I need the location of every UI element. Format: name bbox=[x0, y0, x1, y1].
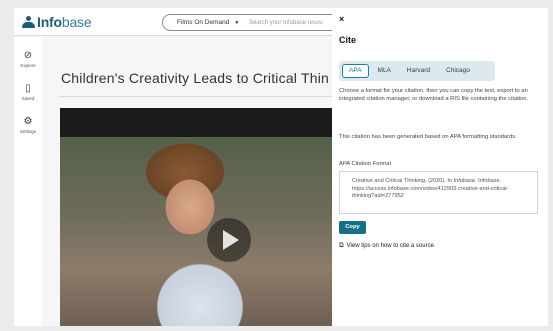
rail-item-label: Explore bbox=[20, 63, 36, 68]
logo-text: Infobase bbox=[37, 14, 92, 30]
citation-source-italic: Infobase bbox=[453, 178, 476, 184]
play-icon bbox=[223, 230, 239, 250]
chevron-down-icon: ▼ bbox=[234, 19, 240, 26]
external-link-icon: ⧉ bbox=[339, 242, 344, 249]
cite-panel: × Cite APA MLA Harvard Chicago Choose a … bbox=[332, 8, 548, 326]
product-select[interactable]: Films On Demand ▼ bbox=[162, 14, 244, 31]
citation-text-box[interactable]: Creative and Critical Thinking. (2020). … bbox=[339, 171, 538, 214]
rail-item-saved[interactable]: ▯ Saved bbox=[14, 83, 42, 102]
citation-format-label: APA Citation Format bbox=[339, 161, 392, 167]
infobase-logo[interactable]: Infobase bbox=[22, 14, 92, 30]
citation-text: Creative and Critical Thinking. (2020). … bbox=[352, 178, 454, 184]
tab-harvard[interactable]: Harvard bbox=[400, 64, 437, 78]
tab-chicago[interactable]: Chicago bbox=[439, 64, 477, 78]
copy-button[interactable]: Copy bbox=[339, 221, 366, 234]
bookmark-icon: ▯ bbox=[25, 83, 31, 94]
left-rail: ⊘ Explore ▯ Saved ⚙ Settings bbox=[14, 37, 42, 326]
cite-tips-label: View tips on how to cite a source bbox=[346, 243, 434, 249]
close-button[interactable]: × bbox=[339, 14, 344, 24]
tab-mla[interactable]: MLA bbox=[371, 64, 398, 78]
settings-icon: ⚙ bbox=[23, 116, 33, 127]
rail-item-label: Settings bbox=[19, 129, 37, 134]
play-button[interactable] bbox=[207, 218, 251, 262]
video-player[interactable] bbox=[60, 108, 344, 326]
cite-tips-link[interactable]: ⧉ View tips on how to cite a source bbox=[339, 242, 434, 250]
logo-person-icon bbox=[22, 15, 35, 29]
cite-instructions: Choose a format for your citation, then … bbox=[339, 88, 529, 102]
page-title: Children's Creativity Leads to Critical … bbox=[61, 70, 329, 86]
cite-heading: Cite bbox=[339, 35, 357, 45]
rail-item-label: Saved bbox=[21, 96, 35, 101]
product-select-label: Films On Demand bbox=[177, 19, 230, 26]
video-frame bbox=[60, 137, 344, 326]
rail-item-settings[interactable]: ⚙ Settings bbox=[14, 116, 42, 135]
citation-format-tabs: APA MLA Harvard Chicago bbox=[339, 61, 495, 81]
compass-icon: ⊘ bbox=[23, 50, 33, 61]
title-divider bbox=[59, 96, 344, 97]
rail-item-explore[interactable]: ⊘ Explore bbox=[14, 50, 42, 69]
cite-generated-note: This citation has been generated based o… bbox=[339, 134, 517, 140]
tab-apa[interactable]: APA bbox=[342, 64, 369, 78]
